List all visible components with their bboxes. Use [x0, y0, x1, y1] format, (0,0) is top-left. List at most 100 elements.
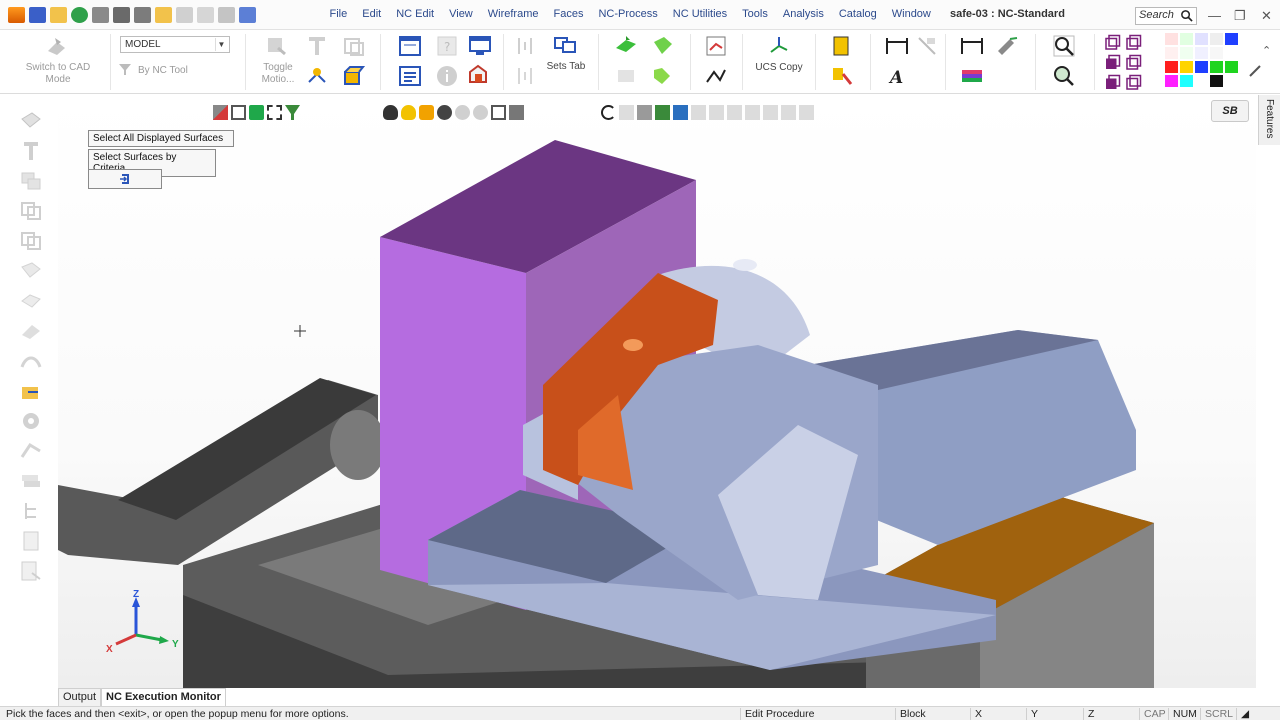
folder-arrow-icon[interactable] — [18, 379, 44, 403]
eraser-icon[interactable] — [18, 319, 44, 343]
dim-icon[interactable] — [455, 105, 470, 120]
close-icon[interactable]: ✕ — [1261, 8, 1272, 24]
ghost1-icon[interactable] — [691, 105, 706, 120]
palette-swatch[interactable] — [1195, 61, 1208, 73]
window-icon[interactable] — [239, 7, 256, 23]
undo-icon[interactable] — [176, 7, 193, 23]
dimension-icon[interactable] — [885, 34, 909, 58]
selected-boss[interactable] — [623, 339, 643, 351]
menu-wireframe[interactable]: Wireframe — [480, 8, 546, 20]
stock-icon[interactable] — [342, 34, 366, 58]
graphics-viewport[interactable]: Z X Y Select All Displayed Surfaces Sele… — [58, 95, 1256, 688]
menu-edit[interactable]: Edit — [355, 8, 389, 20]
features-tab[interactable]: Features — [1258, 95, 1280, 145]
undo-arrow-icon[interactable] — [601, 105, 616, 120]
ucs-icon[interactable] — [767, 34, 791, 58]
bulb-select-icon[interactable] — [437, 105, 452, 120]
layer-icon[interactable] — [113, 7, 130, 23]
curve-icon[interactable] — [704, 64, 728, 88]
menu-tools[interactable]: Tools — [735, 8, 776, 20]
color-layers-icon[interactable] — [960, 64, 984, 88]
face-gray-icon[interactable] — [614, 64, 638, 88]
redo-icon[interactable] — [197, 7, 214, 23]
select-arrow-icon[interactable] — [249, 105, 264, 120]
print-icon[interactable] — [92, 7, 109, 23]
view-iso-icon[interactable] — [1103, 34, 1121, 52]
dim2-icon[interactable] — [473, 105, 488, 120]
annotation-icon[interactable] — [915, 34, 939, 58]
view-bottom-icon[interactable] — [1103, 74, 1121, 92]
cube-dropdown-icon[interactable] — [509, 105, 524, 120]
bulb-on-icon[interactable] — [401, 105, 416, 120]
chevron-down-icon[interactable]: ▼ — [215, 38, 227, 51]
palette-swatch[interactable] — [1210, 75, 1223, 87]
ghost2-icon[interactable] — [709, 105, 724, 120]
layer-box-icon[interactable] — [829, 34, 853, 58]
palette-swatch[interactable] — [1210, 33, 1223, 45]
palette-swatch[interactable] — [1180, 75, 1193, 87]
help-icon[interactable]: ? — [435, 34, 459, 58]
fixture-icon[interactable] — [305, 64, 329, 88]
palette-swatch[interactable] — [1225, 33, 1238, 45]
menu-nc-edit[interactable]: NC Edit — [389, 8, 442, 20]
select-box-icon[interactable] — [231, 105, 246, 120]
view-front-icon[interactable] — [1124, 34, 1142, 52]
copy-icon[interactable] — [18, 199, 44, 223]
toggle-motion-icon[interactable] — [264, 34, 288, 58]
menu-view[interactable]: View — [442, 8, 481, 20]
toggle-motion-label[interactable]: Toggle Motio... — [255, 62, 301, 86]
tree-icon[interactable] — [218, 7, 235, 23]
tool-color-icon[interactable] — [829, 64, 853, 88]
search-icon[interactable] — [1180, 9, 1193, 22]
menu-faces[interactable]: Faces — [546, 8, 591, 20]
resize-grip-icon[interactable]: ◢ — [1236, 708, 1256, 720]
layers-icon[interactable] — [18, 169, 44, 193]
palette-swatch[interactable] — [1165, 61, 1178, 73]
menu-file[interactable]: File — [322, 8, 355, 20]
sweep-icon[interactable] — [18, 349, 44, 373]
sets-tab-icon[interactable] — [553, 32, 577, 56]
palette-swatch[interactable] — [1165, 75, 1178, 87]
surface-edit-icon[interactable] — [18, 259, 44, 283]
surface-green-icon[interactable] — [650, 34, 674, 58]
plane-icon[interactable] — [18, 289, 44, 313]
dimension-view-icon[interactable] — [960, 34, 984, 58]
surface-fold-icon[interactable] — [650, 64, 674, 88]
ghost6-icon[interactable] — [781, 105, 796, 120]
sets-filter-icon[interactable] — [513, 64, 537, 88]
stack-icon[interactable] — [18, 469, 44, 493]
palette-swatch[interactable] — [1195, 75, 1208, 87]
select-all-displayed-button[interactable]: Select All Displayed Surfaces — [88, 130, 234, 147]
exit-button[interactable] — [88, 169, 162, 189]
duplicate-icon[interactable] — [18, 229, 44, 253]
palette-swatch[interactable] — [1165, 47, 1178, 59]
menu-catalog[interactable]: Catalog — [831, 8, 884, 20]
sets-icon[interactable] — [513, 34, 537, 58]
globe-icon[interactable] — [71, 7, 88, 23]
app-icon[interactable] — [8, 7, 25, 23]
palette-swatch[interactable] — [1225, 47, 1238, 59]
text-icon[interactable]: A — [885, 64, 909, 88]
palette-swatch[interactable] — [1225, 75, 1238, 87]
bulb-icon[interactable] — [383, 105, 398, 120]
ghost5-icon[interactable] — [763, 105, 778, 120]
sheet-edit-icon[interactable] — [18, 559, 44, 583]
save-icon[interactable] — [29, 7, 46, 23]
ghost4-icon[interactable] — [745, 105, 760, 120]
view-back-icon[interactable] — [1124, 74, 1142, 92]
faces2-icon[interactable] — [673, 105, 688, 120]
sb-badge[interactable]: SB — [1211, 100, 1249, 122]
tree-node-icon[interactable] — [18, 499, 44, 523]
monitor-icon[interactable] — [468, 34, 492, 58]
tab-nc-execution-monitor[interactable]: NC Execution Monitor — [101, 688, 226, 706]
procedure-list-icon[interactable] — [398, 34, 422, 58]
info-icon[interactable] — [435, 64, 459, 88]
sets-tab-label[interactable]: Sets Tab — [544, 61, 588, 73]
ghost7-icon[interactable] — [799, 105, 814, 120]
pencil-icon[interactable] — [995, 34, 1019, 58]
deselect-icon[interactable] — [213, 105, 228, 120]
menu-nc-process[interactable]: NC-Process — [591, 8, 665, 20]
folder-icon[interactable] — [155, 7, 172, 23]
face-select-icon[interactable] — [18, 109, 44, 133]
open-icon[interactable] — [50, 7, 67, 23]
